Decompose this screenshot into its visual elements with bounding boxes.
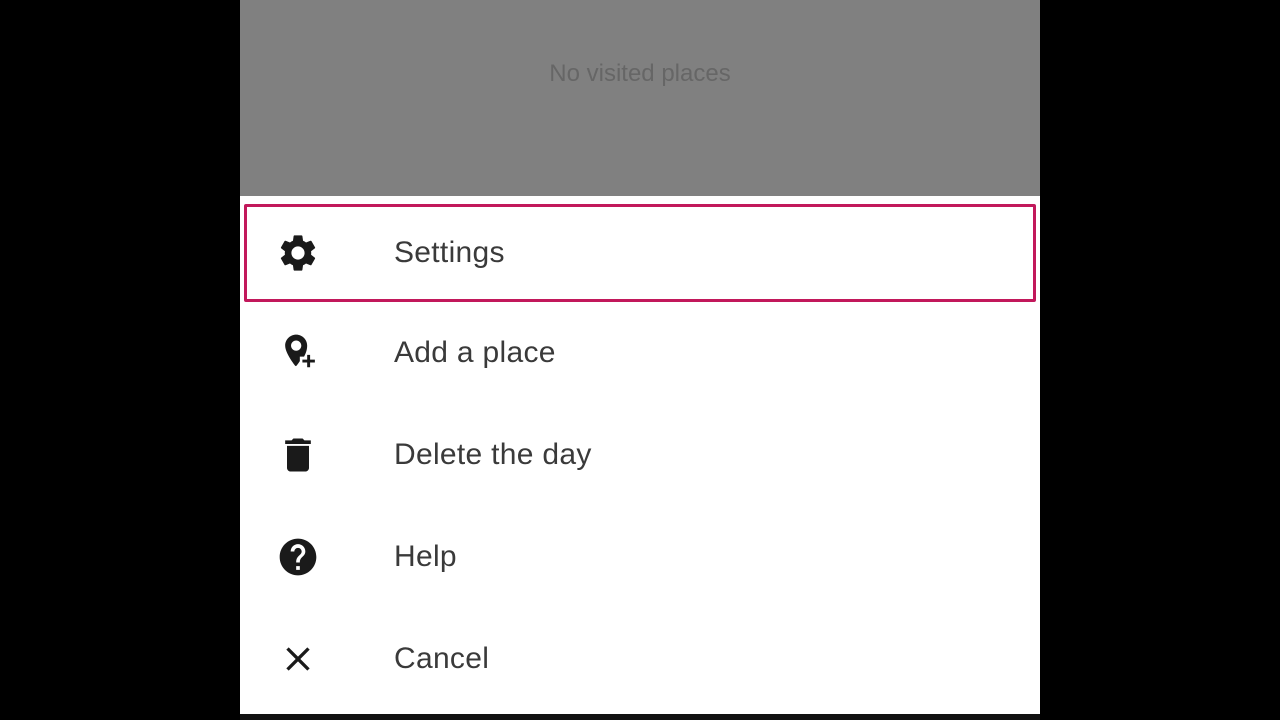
menu-item-cancel[interactable]: Cancel [240, 608, 1040, 710]
menu-item-label: Settings [394, 236, 505, 269]
trash-icon [276, 433, 320, 477]
bottom-edge [240, 714, 1040, 720]
menu-item-help[interactable]: Help [240, 506, 1040, 608]
scrim-overlay[interactable]: No visited places [240, 0, 1040, 196]
menu-item-label: Add a place [394, 336, 556, 369]
menu-item-label: Help [394, 540, 457, 573]
help-circle-icon [276, 535, 320, 579]
close-icon [276, 637, 320, 681]
menu-item-add-place[interactable]: Add a place [240, 302, 1040, 404]
empty-state-text: No visited places [549, 60, 731, 87]
add-place-pin-icon [276, 331, 320, 375]
menu-item-label: Delete the day [394, 438, 592, 471]
gear-icon [276, 231, 320, 275]
phone-screen: No visited places Settings Add a place D… [240, 0, 1040, 714]
menu-item-label: Cancel [394, 642, 490, 675]
bottom-sheet-menu: Settings Add a place Delete the day Help… [240, 196, 1040, 714]
menu-item-settings[interactable]: Settings [244, 204, 1036, 302]
menu-item-delete-day[interactable]: Delete the day [240, 404, 1040, 506]
